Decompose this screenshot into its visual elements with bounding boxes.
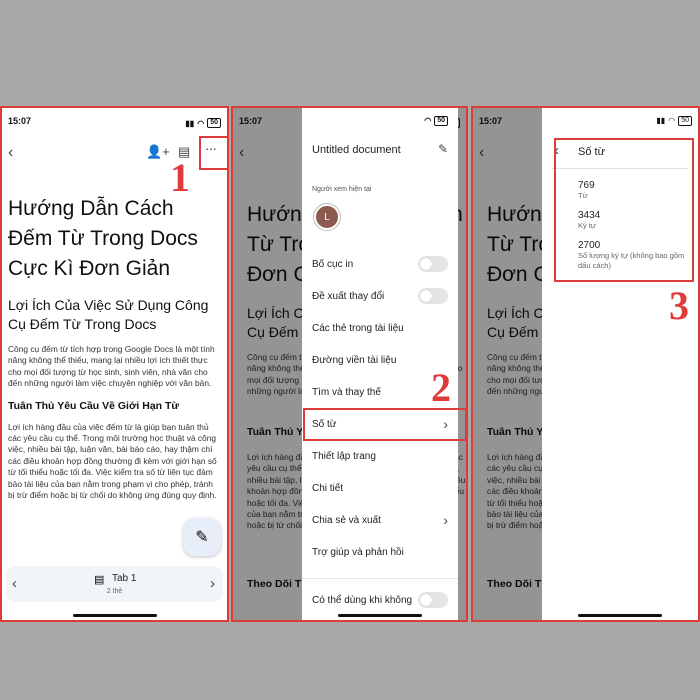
menu-document-outline[interactable]: Đường viền tài liệu [312,350,448,370]
sheet-divider [302,578,458,579]
word-count-panel-highlight [554,138,694,282]
battery-icon: 50 [678,116,692,126]
step-number-3: 3 [669,283,689,328]
status-time-sheet: ◠ 50 [424,116,448,126]
menu-item-label: Có thể dùng khi không [312,594,413,606]
viewers-label: Người xem hiện tại [312,186,372,193]
avatar-initial: L [324,211,330,223]
menu-share-export[interactable]: Chia sẻ và xuất › [312,510,448,530]
suggest-changes-toggle[interactable] [418,288,448,304]
menu-item-label: Tìm và thay thế [312,386,381,398]
home-indicator [578,614,662,617]
edit-fab[interactable]: ✎ [183,518,221,556]
tab-label: Tab 1 [112,573,137,584]
pencil-icon: ✎ [195,529,209,546]
document-title: Hướng Dẫn Cách Đếm Từ Trong Docs Cực Kì … [8,197,198,280]
tab-icon: ▤ [94,574,105,586]
menu-offline[interactable]: Có thể dùng khi không [312,590,448,610]
more-options-highlight [199,136,227,170]
menu-item-label: Chia sẻ và xuất [312,514,381,526]
home-indicator [72,614,157,617]
status-time: 15:07 [8,116,32,126]
back-icon[interactable]: ‹ [8,144,13,162]
home-indicator [338,614,422,617]
battery-icon: 50 [207,118,221,128]
signal-icon: ▮▮ [185,118,195,128]
menu-help-feedback[interactable]: Trợ giúp và phản hồi [312,542,448,562]
sheet-title: Untitled document [312,144,401,156]
screenshot-panel-3: 15:07 ▮▮◠50 ‹ Hướng Dẫn Cách Đếm Từ Tron… [471,106,700,622]
menu-print-layout[interactable]: Bố cục in [312,254,448,274]
menu-item-label: Đề xuất thay đổi [312,290,385,302]
battery-icon: 50 [434,116,448,126]
add-person-icon[interactable]: 👤+ [146,144,170,160]
chevron-right-icon: › [443,512,448,528]
options-sheet: ◠ 50 Untitled document ✎ Người xem hiện t… [302,108,458,620]
wifi-icon: ◠ [197,118,205,128]
tab-count: 2 thẻ [106,588,123,595]
menu-document-tabs[interactable]: Các thẻ trong tài liệu [312,318,448,338]
wifi-icon: ◠ [668,116,676,125]
tab-switcher[interactable]: ‹ ▤ Tab 1 2 thẻ › [6,566,223,602]
wifi-icon: ◠ [424,116,432,125]
offline-toggle[interactable] [418,592,448,608]
signal-icon: ▮▮ [656,116,666,125]
document-body: Hướng Dẫn Cách Đếm Từ Trong Docs Cực Kì … [8,194,221,511]
sheet-status: ▮▮ ◠ 50 [656,116,692,126]
menu-item-label: Trợ giúp và phản hồi [312,546,404,558]
document-subtitle: Lợi Ích Của Việc Sử Dụng Công Cụ Đếm Từ … [8,297,209,332]
viewer-avatar[interactable]: L [314,204,340,230]
next-tab-icon[interactable]: › [210,575,215,592]
menu-item-label: Đường viền tài liệu [312,354,397,366]
toolbar: ‹ 👤+ ▤ ··· [2,138,227,168]
edit-title-icon[interactable]: ✎ [438,142,448,156]
menu-find-replace[interactable]: Tìm và thay thế [312,382,448,402]
screenshot-panel-2: 15:07 ▮▮◠50 ‹ Hướng Dẫn Cách Đếm Từ Tron… [231,106,468,622]
screenshot-panel-1: 15:07 ▮▮ ◠ 50 ‹ 👤+ ▤ ··· 1 Hướng Dẫn Cách … [0,106,229,622]
menu-item-label: Bố cục in [312,258,354,270]
menu-item-label: Thiết lập trang [312,450,376,462]
menu-details[interactable]: Chi tiết [312,478,448,498]
menu-suggest-changes[interactable]: Đề xuất thay đổi [312,286,448,306]
word-count-highlight [303,408,466,441]
paragraph-1: Công cụ đếm từ tích hợp trong Google Doc… [8,344,215,389]
menu-item-label: Các thẻ trong tài liệu [312,322,404,334]
step-number-2: 2 [431,365,451,410]
status-bar: 15:07 ▮▮◠50 [8,116,221,130]
paragraph-2: Lợi ích hàng đầu của việc đếm từ là giúp… [8,421,217,501]
step-number-1: 1 [170,155,190,200]
menu-page-setup[interactable]: Thiết lập trang [312,446,448,466]
menu-item-label: Chi tiết [312,482,344,494]
print-layout-toggle[interactable] [418,256,448,272]
section-heading: Tuân Thủ Yêu Cầu Về Giới Hạn Từ [8,399,180,412]
